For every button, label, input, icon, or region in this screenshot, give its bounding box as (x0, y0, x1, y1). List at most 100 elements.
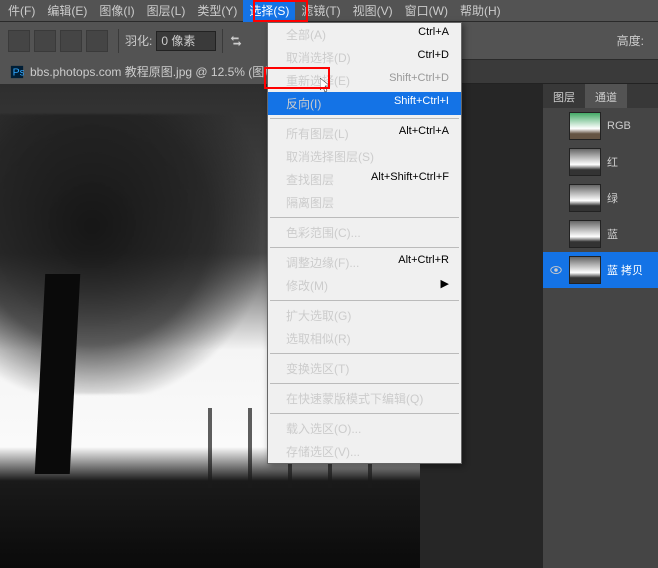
channel-name: RGB (607, 120, 631, 132)
menu-separator (270, 300, 459, 301)
menu-item-label: 反向(I) (286, 95, 321, 112)
visibility-toggle[interactable] (549, 191, 563, 205)
menu-separator (270, 247, 459, 248)
visibility-toggle[interactable] (549, 119, 563, 133)
menu-item[interactable]: 所有图层(L) Alt+Ctrl+A (268, 122, 461, 145)
menu-item-shortcut: Ctrl+A (418, 26, 449, 43)
separator (222, 29, 223, 53)
menu-item: 重新选择(E) Shift+Ctrl+D (268, 69, 461, 92)
menu-filter[interactable]: 滤镜(T) (295, 0, 346, 22)
menu-image[interactable]: 图像(I) (93, 0, 140, 22)
menu-item-shortcut: Alt+Shift+Ctrl+F (371, 171, 449, 188)
menu-file[interactable]: 件(F) (2, 0, 41, 22)
channel-name: 蓝 (607, 226, 618, 242)
menu-item[interactable]: 查找图层 Alt+Shift+Ctrl+F (268, 168, 461, 191)
menu-layer[interactable]: 图层(L) (141, 0, 192, 22)
menu-help[interactable]: 帮助(H) (454, 0, 507, 22)
panel-tab-channels[interactable]: 通道 (585, 84, 627, 108)
menu-item-label: 载入选区(O)... (286, 420, 361, 437)
menu-item-label: 色彩范围(C)... (286, 224, 361, 241)
channel-name: 绿 (607, 190, 618, 206)
selection-subtract-icon[interactable] (60, 30, 82, 52)
visibility-toggle[interactable] (549, 227, 563, 241)
menu-item-shortcut: Shift+Ctrl+D (389, 72, 449, 89)
marquee-tool-icon[interactable] (8, 30, 30, 52)
menu-edit[interactable]: 编辑(E) (41, 0, 93, 22)
selection-add-icon[interactable] (34, 30, 56, 52)
select-menu-dropdown: 全部(A) Ctrl+A 取消选择(D) Ctrl+D 重新选择(E) Shift+Ctr… (267, 22, 462, 464)
menu-item-shortcut: Ctrl+D (418, 49, 449, 66)
menu-item[interactable]: 修改(M) ▶ (268, 274, 461, 297)
menu-item-label: 调整边缘(F)... (286, 254, 359, 271)
menu-item[interactable]: 色彩范围(C)... (268, 221, 461, 244)
channel-row-rgb[interactable]: RGB (543, 108, 658, 144)
menu-item-label: 取消选择(D) (286, 49, 351, 66)
menu-item-shortcut: Alt+Ctrl+R (398, 254, 449, 271)
separator (118, 29, 119, 53)
document-tab[interactable]: Ps bbs.photops.com 教程原图.jpg @ 12.5% (图层 (0, 59, 286, 84)
menu-item-shortcut: Alt+Ctrl+A (399, 125, 449, 142)
visibility-toggle[interactable] (549, 263, 563, 277)
menu-window[interactable]: 窗口(W) (399, 0, 454, 22)
menu-item[interactable]: 全部(A) Ctrl+A (268, 23, 461, 46)
feather-label: 羽化: (125, 32, 152, 49)
menu-item-label: 在快速蒙版模式下编辑(Q) (286, 390, 423, 407)
menu-item-label: 查找图层 (286, 171, 334, 188)
menu-item[interactable]: 载入选区(O)... (268, 417, 461, 440)
menu-item[interactable]: 取消选择(D) Ctrl+D (268, 46, 461, 69)
menu-item[interactable]: 反向(I) Shift+Ctrl+I (268, 92, 461, 115)
menu-item-shortcut: ▶ (441, 277, 449, 294)
panels: 图层 通道 RGB 红 绿 蓝 (543, 84, 658, 568)
menu-item-label: 全部(A) (286, 26, 326, 43)
menu-item-label: 选取相似(R) (286, 330, 351, 347)
menu-item[interactable]: 变换选区(T) (268, 357, 461, 380)
menu-item[interactable]: 在快速蒙版模式下编辑(Q) (268, 387, 461, 410)
ps-file-icon: Ps (10, 65, 24, 79)
menu-item[interactable]: 隔离图层 (268, 191, 461, 214)
eye-icon (549, 263, 563, 277)
document-title: bbs.photops.com 教程原图.jpg @ 12.5% (图层 (30, 63, 276, 80)
menu-item[interactable]: 选取相似(R) (268, 327, 461, 350)
menu-separator (270, 353, 459, 354)
feather-input[interactable] (156, 31, 216, 51)
selection-intersect-icon[interactable] (86, 30, 108, 52)
channel-thumb (569, 112, 601, 140)
menu-item[interactable]: 调整边缘(F)... Alt+Ctrl+R (268, 251, 461, 274)
menu-item-label: 扩大选取(G) (286, 307, 351, 324)
menu-item[interactable]: 存储选区(V)... (268, 440, 461, 463)
channel-list: RGB 红 绿 蓝 蓝 拷贝 (543, 108, 658, 568)
svg-text:Ps: Ps (13, 66, 24, 78)
channel-thumb (569, 184, 601, 212)
channel-name: 红 (607, 154, 618, 170)
panel-tabs: 图层 通道 (543, 84, 658, 108)
menu-separator (270, 118, 459, 119)
swap-icon[interactable] (229, 34, 243, 48)
menu-bar: 件(F) 编辑(E) 图像(I) 图层(L) 类型(Y) 选择(S) 滤镜(T)… (0, 0, 658, 22)
menu-type[interactable]: 类型(Y) (191, 0, 243, 22)
channel-row-blue[interactable]: 蓝 (543, 216, 658, 252)
panel-tab-layers[interactable]: 图层 (543, 84, 585, 108)
menu-item-label: 隔离图层 (286, 194, 334, 211)
visibility-toggle[interactable] (549, 155, 563, 169)
menu-item[interactable]: 取消选择图层(S) (268, 145, 461, 168)
channel-row-green[interactable]: 绿 (543, 180, 658, 216)
channel-row-red[interactable]: 红 (543, 144, 658, 180)
height-label: 高度: (617, 32, 644, 49)
menu-item-shortcut: Shift+Ctrl+I (394, 95, 449, 112)
menu-separator (270, 413, 459, 414)
menu-item-label: 取消选择图层(S) (286, 148, 374, 165)
menu-item[interactable]: 扩大选取(G) (268, 304, 461, 327)
menu-item-label: 修改(M) (286, 277, 328, 294)
channel-name: 蓝 拷贝 (607, 262, 643, 278)
channel-thumb (569, 220, 601, 248)
channel-thumb (569, 256, 601, 284)
channel-thumb (569, 148, 601, 176)
menu-separator (270, 383, 459, 384)
menu-select[interactable]: 选择(S) (243, 0, 295, 22)
channel-row-blue-copy[interactable]: 蓝 拷贝 (543, 252, 658, 288)
menu-item-label: 存储选区(V)... (286, 443, 360, 460)
menu-item-label: 所有图层(L) (286, 125, 349, 142)
menu-separator (270, 217, 459, 218)
menu-view[interactable]: 视图(V) (347, 0, 399, 22)
menu-item-label: 重新选择(E) (286, 72, 350, 89)
